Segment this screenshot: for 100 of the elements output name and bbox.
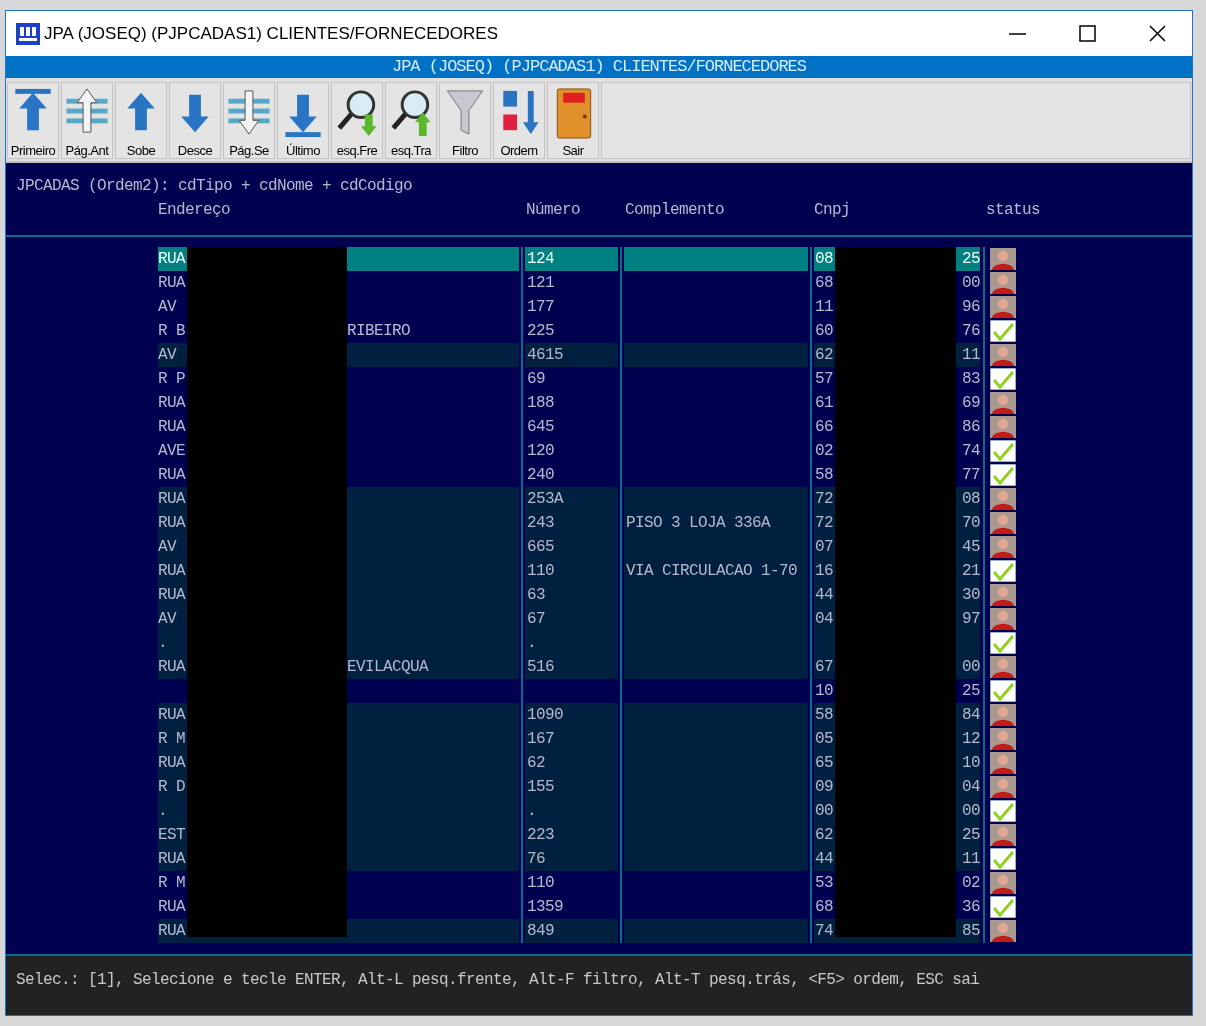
- column-header: Endereço: [158, 200, 231, 221]
- cnpj-text: 10: [815, 681, 833, 702]
- address-text: AV: [158, 345, 178, 366]
- cnpj-text: 76: [962, 321, 980, 342]
- address-text: RUA: [158, 489, 187, 510]
- cnpj-text: 65: [815, 753, 833, 774]
- address-text: R M: [158, 729, 186, 750]
- column-header: Número: [526, 200, 581, 221]
- address-text: R D: [158, 777, 186, 798]
- toolbar-button[interactable]: Sobe: [115, 82, 167, 159]
- number-text: 120: [527, 441, 555, 462]
- number-text: 1359: [527, 897, 564, 918]
- complement-text: PISO 3 LOJA 336A: [626, 513, 772, 534]
- cnpj-text: 58: [815, 465, 833, 486]
- cnpj-text: 57: [815, 369, 833, 390]
- number-text: 63: [527, 585, 546, 606]
- cnpj-text: 00: [815, 801, 833, 822]
- cnpj-text: 02: [962, 873, 980, 894]
- number-text: 243: [527, 513, 555, 534]
- cnpj-text: 96: [962, 297, 980, 318]
- cnpj-text: 68: [815, 273, 833, 294]
- cnpj-text: 45: [962, 537, 980, 558]
- cnpj-text: 04: [962, 777, 980, 798]
- address-text: RUA: [158, 849, 187, 870]
- cnpj-text: 30: [962, 585, 980, 606]
- cnpj-text: 02: [815, 441, 833, 462]
- address-text: RUA: [158, 561, 187, 582]
- toolbar-button[interactable]: Sair: [547, 82, 599, 159]
- cnpj-text: 84: [962, 705, 980, 726]
- toolbar-button[interactable]: Filtro: [439, 82, 491, 159]
- number-text: 240: [527, 465, 555, 486]
- address-text: R M: [158, 873, 186, 894]
- number-text: 253A: [527, 489, 565, 510]
- number-text: 76: [527, 849, 546, 870]
- cnpj-text: 77: [962, 465, 980, 486]
- cnpj-text: 11: [962, 345, 980, 366]
- address-text: RIBEIRO: [347, 321, 411, 342]
- number-text: 4615: [527, 345, 564, 366]
- address-text: .: [158, 633, 168, 654]
- toolbar-button[interactable]: Pág.Se: [223, 82, 275, 159]
- cnpj-text: 53: [815, 873, 833, 894]
- address-text: RUA: [158, 657, 187, 678]
- toolbar-button[interactable]: Pág.Ant: [61, 82, 113, 159]
- cnpj-text: 10: [962, 753, 980, 774]
- cnpj-text: 62: [815, 825, 833, 846]
- address-text: RUA: [158, 897, 187, 918]
- minimize-icon: [1008, 32, 1026, 35]
- address-text: RUA: [158, 921, 187, 942]
- cnpj-text: 04: [815, 609, 833, 630]
- toolbar-button[interactable]: Ordem: [493, 82, 545, 159]
- number-text: 167: [527, 729, 555, 750]
- column-header: Complemento: [625, 200, 726, 221]
- cnpj-text: 09: [815, 777, 833, 798]
- address-text: RUA: [158, 273, 187, 294]
- toolbar-button[interactable]: Primeiro: [7, 82, 59, 159]
- cnpj-text: 25: [962, 681, 980, 702]
- maximize-icon: [1078, 25, 1096, 42]
- cnpj-text: 74: [815, 921, 833, 942]
- address-text: AV: [158, 609, 178, 630]
- number-text: 69: [527, 369, 546, 390]
- cnpj-text: 00: [962, 273, 980, 294]
- cnpj-text: 86: [962, 417, 980, 438]
- cnpj-text: 68: [815, 897, 833, 918]
- cnpj-text: 60: [815, 321, 833, 342]
- toolbar-button[interactable]: Último: [277, 82, 329, 159]
- number-text: 188: [527, 393, 555, 414]
- status-bar: Selec.: [1], Selecione e tecle ENTER, Alt-L pesq.frente, Alt-F filtro, Alt-T pesq.trás, <F5> ordem, ESC sai: [6, 954, 1192, 1015]
- address-text: RUA: [158, 249, 187, 270]
- window-title: JPA (JOSEQ) (PJPCADAS1) CLIENTES/FORNECEDORES: [44, 22, 500, 45]
- address-text: AV: [158, 297, 178, 318]
- toolbar-button[interactable]: esq.Fre: [331, 82, 383, 159]
- number-text: 665: [527, 537, 555, 558]
- cnpj-text: 72: [815, 513, 833, 534]
- address-text: RUA: [158, 417, 187, 438]
- cnpj-text: 83: [962, 369, 980, 390]
- number-text: 223: [527, 825, 555, 846]
- address-text: RUA: [158, 393, 187, 414]
- cnpj-text: 00: [962, 657, 980, 678]
- address-text: RUA: [158, 513, 187, 534]
- address-text: AV: [158, 537, 178, 558]
- column-header: Cnpj: [814, 200, 851, 221]
- cnpj-text: 05: [815, 729, 833, 750]
- address-text: RUA: [158, 753, 187, 774]
- cnpj-text: 69: [962, 393, 980, 414]
- number-text: 110: [527, 873, 555, 894]
- cnpj-text: 61: [815, 393, 833, 414]
- banner-title: JPA (JOSEQ) (PJPCADAS1) CLIENTES/FORNECEDORES: [6, 56, 1192, 78]
- number-text: 155: [527, 777, 555, 798]
- number-text: 1090: [527, 705, 564, 726]
- cnpj-text: 62: [815, 345, 833, 366]
- toolbar-button[interactable]: esq.Tra: [385, 82, 437, 159]
- cnpj-text: 00: [962, 801, 980, 822]
- number-text: 516: [527, 657, 555, 678]
- number-text: 110: [527, 561, 555, 582]
- number-text: 67: [527, 609, 546, 630]
- address-text: EVILACQUA: [347, 657, 430, 678]
- toolbar-button[interactable]: Desce: [169, 82, 221, 159]
- cnpj-text: 67: [815, 657, 833, 678]
- address-text: R B: [158, 321, 186, 342]
- cnpj-text: 21: [962, 561, 980, 582]
